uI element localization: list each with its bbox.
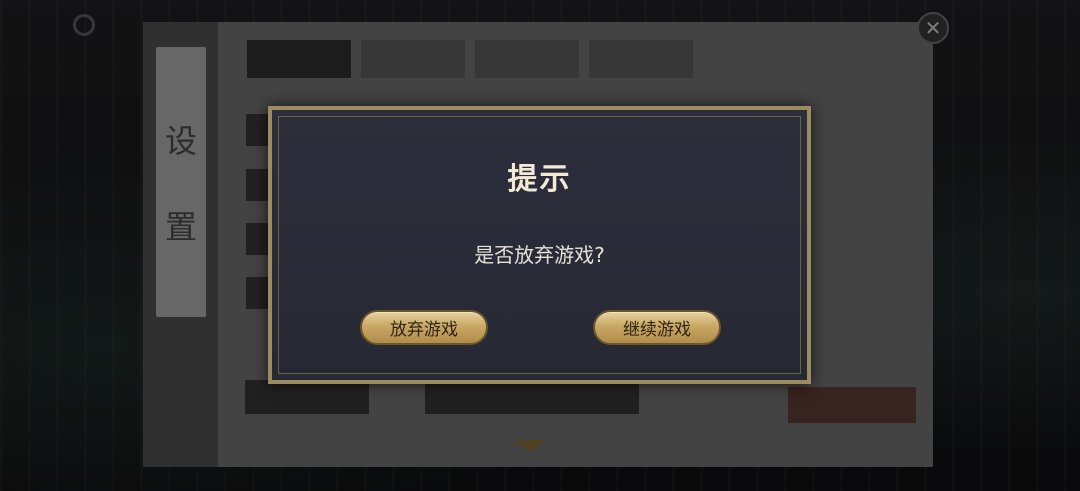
- confirm-dialog: 提示 是否放弃游戏? 放弃游戏 继续游戏: [268, 106, 811, 384]
- dialog-message: 是否放弃游戏?: [474, 243, 605, 267]
- continue-game-button[interactable]: 继续游戏: [593, 310, 721, 345]
- abandon-game-button[interactable]: 放弃游戏: [360, 310, 488, 345]
- dialog-title: 提示: [507, 162, 572, 197]
